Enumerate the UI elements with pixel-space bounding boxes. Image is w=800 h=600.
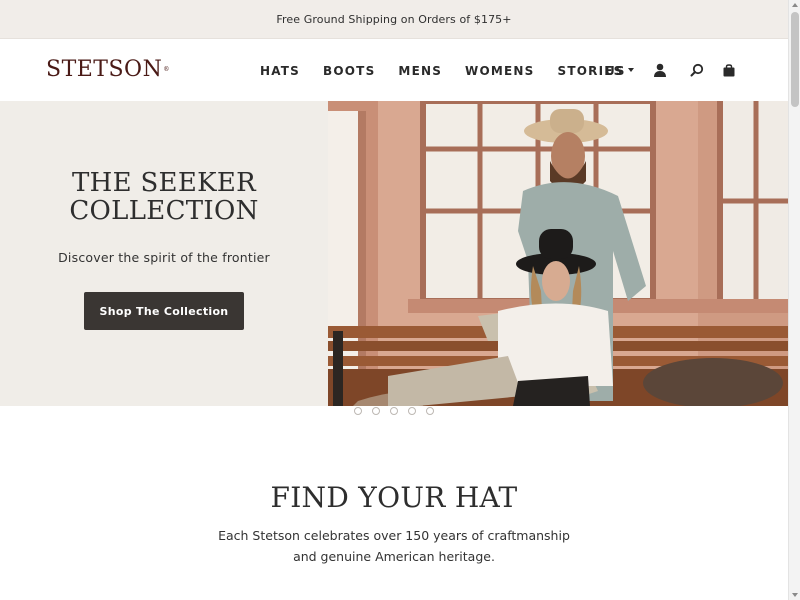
bag-icon[interactable] [722,63,736,77]
scroll-down-icon[interactable] [792,593,798,597]
nav-boots[interactable]: BOOTS [323,63,375,79]
account-icon[interactable] [653,63,667,77]
main-nav: HATS BOOTS MENS WOMENS STORIES [260,63,647,79]
carousel-dot-2[interactable] [372,407,380,415]
carousel-dot-4[interactable] [408,407,416,415]
nav-womens[interactable]: WOMENS [465,63,534,79]
hero-image [328,101,788,406]
chevron-down-icon [628,68,635,72]
hero-title-line2: COLLECTION [69,196,259,226]
search-icon[interactable] [690,63,704,77]
hero-title: THE SEEKER COLLECTION [0,169,328,225]
registered-mark: ® [163,66,170,73]
page-scrollbar[interactable] [788,0,800,600]
scroll-up-icon[interactable] [792,3,798,7]
site-header: STETSON® HATS BOOTS MENS WOMENS STORIES … [0,39,788,101]
logo-text: STETSON [46,57,163,82]
stetson-logo[interactable]: STETSON® [46,57,170,83]
locale-label: US [605,64,626,78]
section-text-line1: Each Stetson celebrates over 150 years o… [218,528,570,543]
scroll-thumb[interactable] [791,12,799,107]
locale-selector[interactable]: US [605,63,635,79]
section-text-line2: and genuine American heritage. [293,549,495,564]
carousel-dot-3[interactable] [390,407,398,415]
carousel-dot-5[interactable] [426,407,434,415]
hero-photo [328,101,788,406]
carousel-dots [354,407,444,415]
shop-collection-label: Shop The Collection [99,304,229,318]
find-your-hat-title: FIND YOUR HAT [270,481,518,514]
hero-subtitle: Discover the spirit of the frontier [58,250,270,265]
hero-title-line1: THE SEEKER [71,168,256,198]
shop-collection-button[interactable]: Shop The Collection [84,292,244,330]
hero-text-panel: THE SEEKER COLLECTION Discover the spiri… [0,101,328,406]
announcement-bar: Free Ground Shipping on Orders of $175+ [0,0,788,39]
nav-hats[interactable]: HATS [260,63,300,79]
announcement-text: Free Ground Shipping on Orders of $175+ [276,12,512,26]
nav-mens[interactable]: MENS [398,63,442,79]
carousel-dot-1[interactable] [354,407,362,415]
find-your-hat-text: Each Stetson celebrates over 150 years o… [0,525,788,567]
